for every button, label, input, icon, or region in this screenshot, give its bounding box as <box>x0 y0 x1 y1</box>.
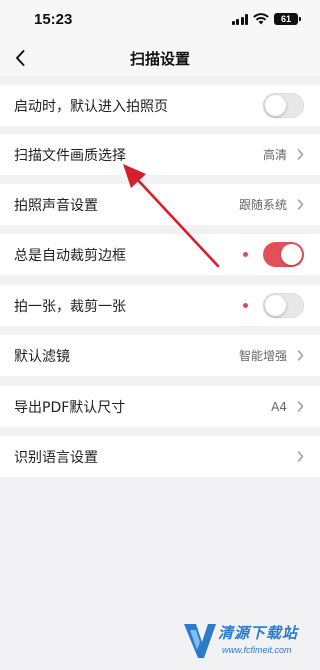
chevron-right-icon <box>297 149 304 160</box>
signal-icon <box>231 13 248 25</box>
setting-row-ocr-language[interactable]: 识别语言设置 <box>0 436 320 477</box>
setting-row-camera-sound[interactable]: 拍照声音设置 跟随系统 <box>0 184 320 225</box>
watermark-logo: 清源下载站 www.fcfimeit.com <box>182 618 302 662</box>
setting-label: 导出PDF默认尺寸 <box>14 399 126 416</box>
watermark-url: www.fcfimeit.com <box>222 645 292 655</box>
toggle-knob <box>265 295 286 316</box>
watermark-title: 清源下载站 <box>218 624 299 642</box>
setting-value: 高清 <box>262 148 287 162</box>
toggle-switch[interactable] <box>263 293 304 318</box>
setting-label: 默认滤镜 <box>14 348 70 365</box>
setting-row-launch-camera[interactable]: 启动时，默认进入拍照页 <box>0 85 320 126</box>
battery-icon: 61 <box>274 13 301 25</box>
chevron-right-icon <box>297 401 304 412</box>
toggle-switch[interactable] <box>263 93 304 118</box>
setting-row-default-filter[interactable]: 默认滤镜 智能增强 <box>0 335 320 376</box>
setting-value: 跟随系统 <box>238 198 287 212</box>
toggle-switch[interactable] <box>263 242 304 267</box>
setting-row-scan-quality[interactable]: 扫描文件画质选择 高清 <box>0 134 320 175</box>
setting-label: 拍照声音设置 <box>14 197 98 214</box>
chevron-right-icon <box>297 451 304 462</box>
status-time: 15:23 <box>34 11 73 28</box>
logo-icon <box>184 624 216 658</box>
new-dot <box>243 303 248 308</box>
setting-label: 扫描文件画质选择 <box>14 147 126 164</box>
setting-value: A4 <box>271 399 287 414</box>
setting-row-pdf-size[interactable]: 导出PDF默认尺寸 A4 <box>0 386 320 427</box>
setting-label: 总是自动裁剪边框 <box>14 247 126 264</box>
setting-label: 启动时，默认进入拍照页 <box>14 98 168 115</box>
nav-bar: 扫描设置 <box>0 40 320 76</box>
page-title: 扫描设置 <box>129 50 190 68</box>
chevron-right-icon <box>297 199 304 210</box>
setting-row-auto-crop[interactable]: 总是自动裁剪边框 <box>0 234 320 275</box>
setting-label: 拍一张，裁剪一张 <box>14 298 126 315</box>
new-dot <box>243 252 248 257</box>
status-icons: 61 <box>231 13 301 25</box>
setting-value: 智能增强 <box>238 349 287 363</box>
setting-row-shoot-crop[interactable]: 拍一张，裁剪一张 <box>0 285 320 326</box>
toggle-knob <box>281 244 302 265</box>
wifi-icon <box>253 13 269 25</box>
setting-label: 识别语言设置 <box>14 449 98 466</box>
toggle-knob <box>265 95 286 116</box>
chevron-right-icon <box>297 350 304 361</box>
status-bar: 15:23 61 <box>0 0 320 40</box>
